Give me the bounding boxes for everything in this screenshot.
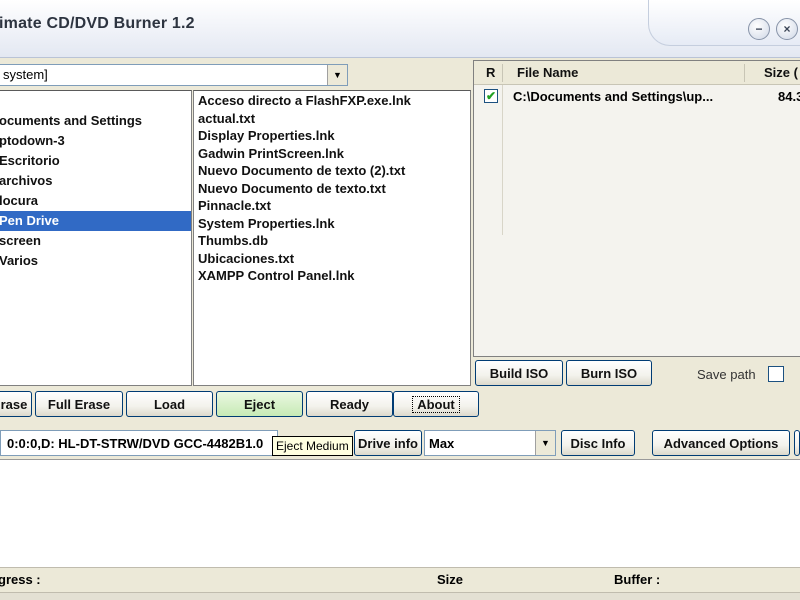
minimize-button[interactable]: − bbox=[748, 18, 770, 40]
file-item[interactable]: Nuevo Documento de texto.txt bbox=[198, 181, 386, 198]
ready-label: Ready bbox=[329, 396, 370, 412]
folder-item[interactable]: archivos bbox=[0, 171, 191, 191]
folder-item[interactable]: ocuments and Settings bbox=[0, 111, 191, 131]
load-label: Load bbox=[153, 396, 186, 412]
close-button[interactable]: × bbox=[776, 18, 798, 40]
device-select-value: 0:0:0,D: HL-DT-STRW/DVD GCC-4482B1.0 bbox=[7, 436, 264, 451]
column-header-r[interactable]: R bbox=[486, 65, 495, 80]
about-button[interactable]: About bbox=[393, 391, 479, 417]
folder-item[interactable]: Varios bbox=[0, 251, 191, 271]
compilation-list[interactable]: R File Name Size ( ✔ C:\Documents and Se… bbox=[473, 60, 800, 357]
extra-button[interactable] bbox=[794, 430, 800, 456]
file-item[interactable]: Display Properties.lnk bbox=[198, 128, 335, 145]
load-button[interactable]: Load bbox=[126, 391, 213, 417]
burn-iso-label: Burn ISO bbox=[580, 365, 638, 381]
chevron-down-icon[interactable]: ▼ bbox=[535, 431, 555, 455]
advanced-options-label: Advanced Options bbox=[663, 435, 779, 451]
folder-item[interactable]: locura bbox=[0, 191, 191, 211]
drive-info-button[interactable]: Drive info bbox=[354, 430, 422, 456]
buffer-label: Buffer : bbox=[614, 572, 661, 587]
burn-iso-button[interactable]: Burn ISO bbox=[566, 360, 652, 386]
full-erase-label: Full Erase bbox=[47, 396, 111, 412]
eject-tooltip: Eject Medium bbox=[272, 436, 353, 456]
file-size-cell: 84.3 bbox=[778, 89, 800, 104]
compilation-header: R File Name Size ( bbox=[474, 61, 800, 85]
checkmark-icon: ✔ bbox=[485, 89, 497, 103]
build-iso-button[interactable]: Build ISO bbox=[475, 360, 563, 386]
full-erase-button[interactable]: Full Erase bbox=[35, 391, 123, 417]
advanced-options-button[interactable]: Advanced Options bbox=[652, 430, 790, 456]
eject-label: Eject bbox=[243, 396, 276, 412]
folder-item[interactable]: ptodown-3 bbox=[0, 131, 191, 151]
erase-label: rase bbox=[0, 396, 28, 412]
column-header-size[interactable]: Size ( bbox=[764, 65, 798, 80]
column-divider bbox=[502, 85, 503, 235]
file-item[interactable]: XAMPP Control Panel.lnk bbox=[198, 268, 355, 285]
disc-info-button[interactable]: Disc Info bbox=[561, 430, 635, 456]
file-item[interactable]: Pinnacle.txt bbox=[198, 198, 271, 215]
save-path-checkbox[interactable] bbox=[768, 366, 784, 382]
title-bar: imate CD/DVD Burner 1.2 − × bbox=[0, 0, 800, 58]
file-item[interactable]: Acceso directo a FlashFXP.exe.lnk bbox=[198, 93, 411, 110]
column-divider bbox=[744, 64, 745, 82]
bottom-strip bbox=[0, 592, 800, 600]
close-icon: × bbox=[783, 22, 791, 36]
ready-button[interactable]: Ready bbox=[306, 391, 393, 417]
column-header-file-name[interactable]: File Name bbox=[517, 65, 578, 80]
folder-item[interactable]: Escritorio bbox=[0, 151, 191, 171]
size-label: Size bbox=[437, 572, 464, 587]
speed-select-value: Max bbox=[429, 436, 455, 451]
file-item[interactable]: System Properties.lnk bbox=[198, 216, 335, 233]
about-label: About bbox=[412, 395, 460, 413]
chevron-down-icon[interactable]: ▼ bbox=[327, 65, 347, 85]
device-select[interactable]: 0:0:0,D: HL-DT-STRW/DVD GCC-4482B1.0 bbox=[0, 430, 278, 456]
folder-item-selected[interactable]: Pen Drive bbox=[0, 211, 191, 231]
file-item[interactable]: Thumbs.db bbox=[198, 233, 268, 250]
save-path-label: Save path bbox=[697, 367, 756, 382]
folder-tree[interactable]: ocuments and Settings ptodown-3 Escritor… bbox=[0, 90, 192, 386]
file-item[interactable]: Gadwin PrintScreen.lnk bbox=[198, 146, 344, 163]
folder-item[interactable]: screen bbox=[0, 231, 191, 251]
erase-button[interactable]: rase bbox=[0, 391, 32, 417]
include-checkbox[interactable]: ✔ bbox=[484, 89, 498, 103]
status-bar: gress : Size Buffer : bbox=[0, 567, 800, 592]
file-item[interactable]: actual.txt bbox=[198, 111, 255, 128]
drive-select-value: system] bbox=[3, 67, 48, 82]
table-row[interactable]: ✔ C:\Documents and Settings\up... 84.3 bbox=[474, 86, 800, 106]
log-area[interactable] bbox=[0, 459, 800, 567]
build-iso-label: Build ISO bbox=[489, 365, 549, 381]
file-item[interactable]: Ubicaciones.txt bbox=[198, 251, 294, 268]
file-path-cell: C:\Documents and Settings\up... bbox=[513, 89, 714, 104]
file-list[interactable]: Acceso directo a FlashFXP.exe.lnk actual… bbox=[193, 90, 471, 386]
window-title: imate CD/DVD Burner 1.2 bbox=[0, 15, 195, 32]
progress-label: gress : bbox=[0, 572, 41, 587]
file-item[interactable]: Nuevo Documento de texto (2).txt bbox=[198, 163, 405, 180]
eject-button[interactable]: Eject bbox=[216, 391, 303, 417]
column-divider bbox=[502, 64, 503, 82]
disc-info-label: Disc Info bbox=[570, 435, 626, 451]
minimize-icon: − bbox=[755, 22, 763, 36]
drive-info-label: Drive info bbox=[358, 435, 418, 451]
drive-select[interactable]: system] ▼ bbox=[0, 64, 348, 86]
speed-select[interactable]: Max ▼ bbox=[424, 430, 556, 456]
